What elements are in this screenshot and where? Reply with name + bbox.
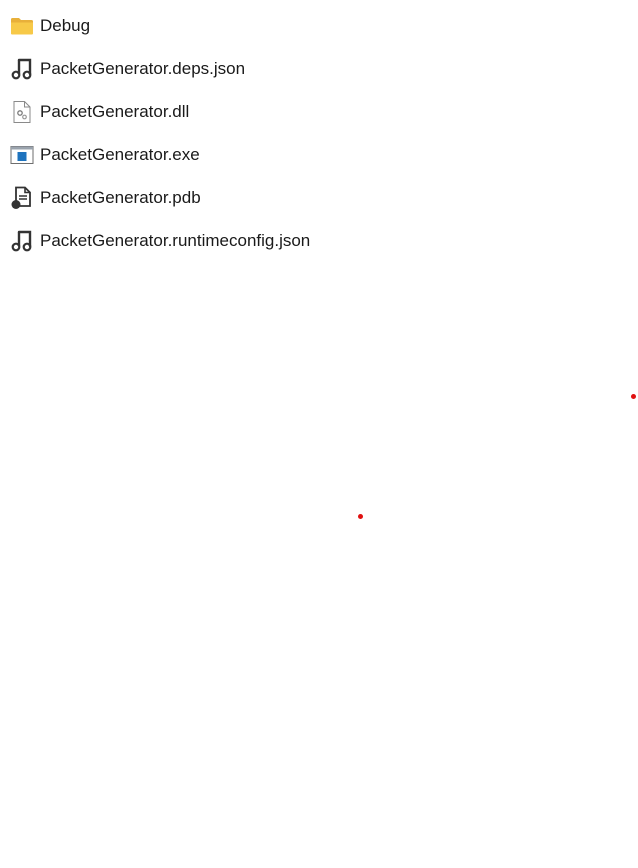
file-name: PacketGenerator.deps.json [40,58,246,78]
file-name: PacketGenerator.runtimeconfig.json [40,230,311,250]
exe-file-icon [10,143,34,167]
file-name: PacketGenerator.dll [40,101,190,121]
dll-file-icon [10,100,34,124]
list-item-dll[interactable]: PacketGenerator.dll [0,90,638,133]
list-item-runtimeconfig-json[interactable]: PacketGenerator.runtimeconfig.json [0,219,638,262]
red-dot-marker [631,394,636,399]
file-name: PacketGenerator.pdb [40,187,201,207]
list-item-exe[interactable]: PacketGenerator.exe [0,133,638,176]
file-name: PacketGenerator.exe [40,144,200,164]
red-dot-marker [358,514,363,519]
json-file-icon [10,57,34,81]
list-item-deps-json[interactable]: PacketGenerator.deps.json [0,47,638,90]
json-file-icon [10,229,34,253]
file-name: Debug [40,15,91,35]
folder-icon [10,14,34,38]
list-item-debug-folder[interactable]: Debug [0,4,638,47]
file-list: Debug PacketGenerator.deps.json PacketGe… [0,4,638,262]
pdb-file-icon [10,186,34,210]
list-item-pdb[interactable]: PacketGenerator.pdb [0,176,638,219]
